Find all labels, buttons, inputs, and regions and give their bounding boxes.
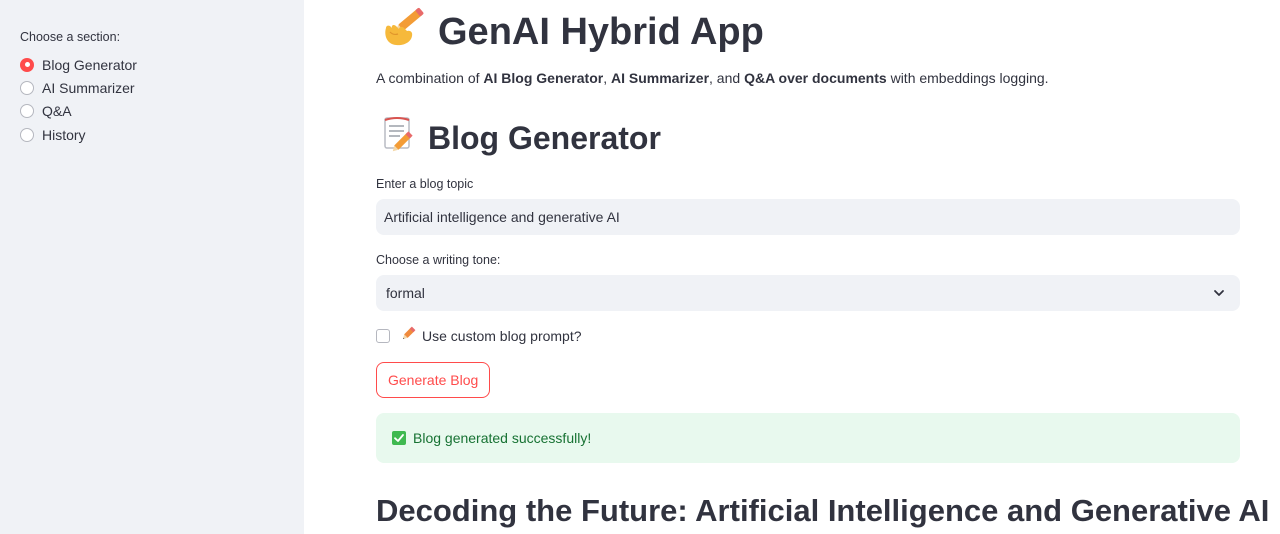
radio-option-qa[interactable]: Q&A [20,100,137,123]
tone-select-value: formal [386,285,425,301]
tone-select[interactable]: formal [376,275,1240,311]
tone-select-label: Choose a writing tone: [376,253,501,267]
sidebar: Choose a section: Blog Generator AI Summ… [0,0,304,534]
success-message: Blog generated successfully! [413,430,592,446]
description-text: A combination of [376,70,484,86]
check-mark-icon [392,431,406,445]
topic-input-label: Enter a blog topic [376,177,474,191]
pencil-icon [400,326,416,345]
description-bold-blog-generator: AI Blog Generator [483,70,604,86]
radio-option-label: Q&A [42,103,72,120]
description-text: with embeddings logging. [886,70,1049,86]
app-root: Choose a section: Blog Generator AI Summ… [0,0,1280,534]
description-text: , and [709,70,745,86]
radio-option-ai-summarizer[interactable]: AI Summarizer [20,76,137,99]
section-title-text: Blog Generator [428,119,661,156]
memo-icon [382,116,416,160]
radio-selected-icon [20,57,34,72]
custom-prompt-label: Use custom blog prompt? [422,327,582,344]
writing-hand-icon [380,6,426,58]
chevron-down-icon [1214,290,1224,296]
topic-input[interactable]: Artificial intelligence and generative A… [376,199,1240,235]
custom-prompt-checkbox[interactable] [376,328,390,343]
radio-option-label: Blog Generator [42,56,137,73]
radio-option-label: History [42,126,86,143]
description-bold-qa: Q&A over documents [744,70,887,86]
radio-option-label: AI Summarizer [42,79,135,96]
radio-option-history[interactable]: History [20,123,137,146]
page-title-text: GenAI Hybrid App [438,10,764,53]
section-title: Blog Generator [382,116,661,160]
description-bold-summarizer: AI Summarizer [610,70,710,86]
blog-title: Decoding the Future: Artificial Intellig… [376,493,1270,528]
main-content: GenAI Hybrid App A combination of AI Blo… [376,0,1269,534]
app-description: A combination of AI Blog Generator, AI S… [376,70,1049,86]
page-title: GenAI Hybrid App [380,6,764,58]
section-radio-group: Blog Generator AI Summarizer Q&A History [20,53,137,146]
section-radio-label: Choose a section: [20,30,121,44]
radio-unselected-icon [20,104,34,119]
description-text: , [603,70,611,86]
radio-option-blog-generator[interactable]: Blog Generator [20,53,137,76]
radio-unselected-icon [20,127,34,142]
generate-blog-button[interactable]: Generate Blog [376,362,491,398]
success-alert: Blog generated successfully! [376,413,1240,463]
custom-prompt-checkbox-row[interactable]: Use custom blog prompt? [376,326,582,345]
radio-unselected-icon [20,80,34,95]
